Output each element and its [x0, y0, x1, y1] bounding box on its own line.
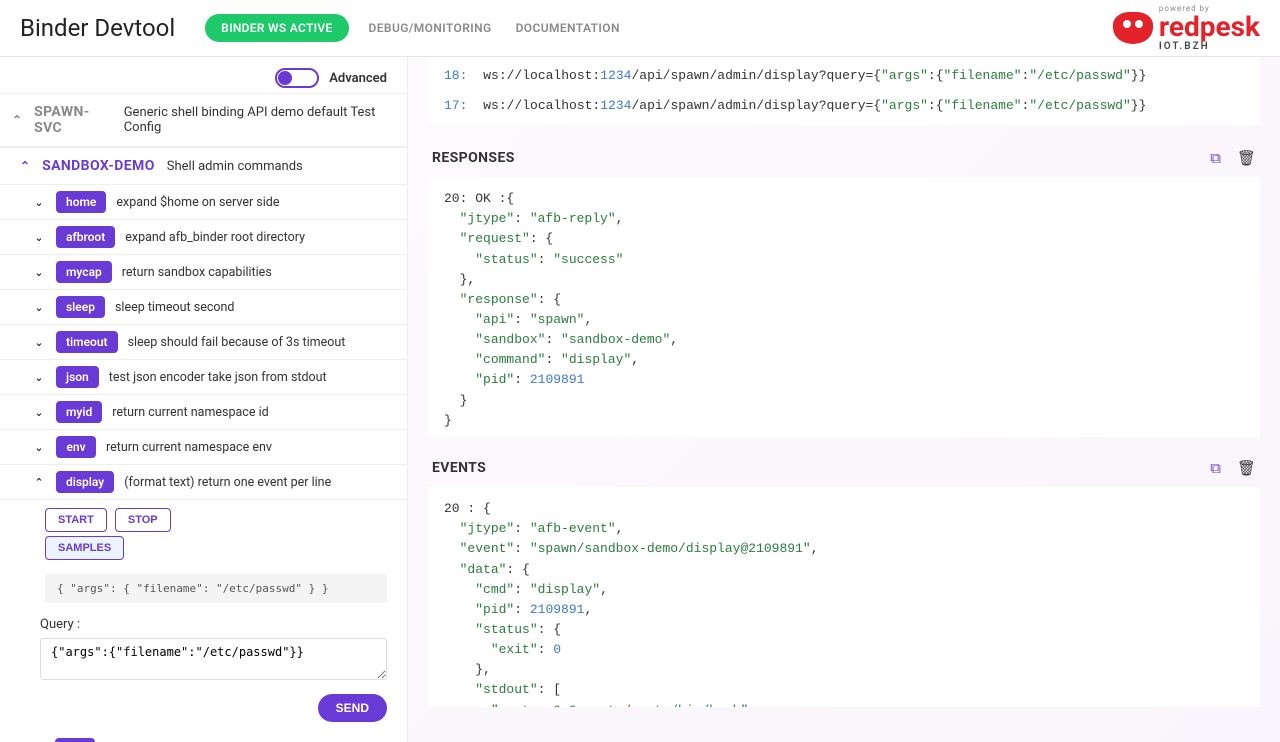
query-input[interactable]: [40, 638, 387, 680]
service-name: SANDBOX-DEMO: [42, 158, 155, 174]
service-name: SPAWN-SVC: [34, 104, 112, 136]
events-block: 20 : { "jtype": "afb-event", "event": "s…: [428, 487, 1260, 707]
advanced-label: Advanced: [329, 71, 387, 86]
chevron-icon: ⌄: [32, 266, 46, 279]
cmd-row-json[interactable]: ⌄ json test json encoder take json from st…: [0, 360, 407, 395]
cmd-desc: sleep should fail because of 3s timeout: [128, 335, 346, 350]
cmd-row-mycap[interactable]: ⌄ mycap return sandbox capabilities: [0, 255, 407, 290]
sample-snippet[interactable]: { "args": { "filename": "/etc/passwd" } …: [45, 574, 387, 603]
sidebar: Advanced ⌃ SPAWN-SVC Generic shell bindi…: [0, 57, 408, 742]
cmd-desc: return current namespace id: [112, 405, 268, 420]
cmd-badge[interactable]: home: [56, 191, 106, 213]
chevron-icon: ⌄: [32, 406, 46, 419]
cmd-row-myid[interactable]: ⌄ myid return current namespace id: [0, 395, 407, 430]
cmd-desc: (format text) return one event per line: [124, 475, 331, 490]
chevron-icon: ⌄: [32, 196, 46, 209]
cmd-desc: test json encoder take json from stdout: [109, 370, 327, 385]
cmd-desc: expand afb_binder root directory: [125, 230, 305, 245]
chevron-icon: ⌄: [32, 301, 46, 314]
chevron-icon: ⌃: [32, 476, 46, 489]
cmd-desc: sleep timeout second: [115, 300, 235, 315]
app-title: Binder Devtool: [20, 14, 175, 42]
ws-status-badge: BINDER WS ACTIVE: [205, 14, 348, 42]
copy-icon[interactable]: ⧉: [1210, 459, 1221, 477]
service-sandbox-demo[interactable]: ⌃ SANDBOX-DEMO Shell admin commands: [0, 147, 407, 185]
cmd-badge[interactable]: mycap: [56, 261, 112, 283]
trash-icon[interactable]: 🗑: [1237, 149, 1256, 167]
chevron-up-icon: ⌃: [20, 159, 30, 173]
cmd-badge[interactable]: sleep: [56, 296, 105, 318]
cmd-row-sleep[interactable]: ⌄ sleep sleep timeout second: [0, 290, 407, 325]
cmd-badge[interactable]: timeout: [56, 331, 118, 353]
logo-main: redpesk: [1159, 13, 1260, 41]
cmd-badge[interactable]: afbroot: [56, 226, 115, 248]
chevron-icon: ⌄: [32, 336, 46, 349]
send-button[interactable]: SEND: [318, 694, 387, 722]
logo-area: powered by redpesk IOT.BZH: [1113, 4, 1260, 52]
app-header: Binder Devtool BINDER WS ACTIVE DEBUG/MO…: [0, 0, 1280, 57]
stop-button[interactable]: STOP: [115, 508, 171, 532]
cmd-badge[interactable]: list: [55, 738, 95, 742]
chevron-icon: ⌄: [32, 231, 46, 244]
requests-block: 18: ws://localhost:1234/api/spawn/admin/…: [428, 57, 1260, 125]
cmd-row-afbroot[interactable]: ⌄ afbroot expand afb_binder root directory: [0, 220, 407, 255]
cmd-badge[interactable]: json: [56, 366, 99, 388]
cmd-desc: expand $home on server side: [116, 195, 279, 210]
cmd-desc: return current namespace env: [106, 440, 272, 455]
cmd-badge[interactable]: myid: [56, 401, 102, 423]
cmd-row-env[interactable]: ⌄ env return current namespace env: [0, 430, 407, 465]
request-line-18: 18: ws://localhost:1234/api/spawn/admin/…: [444, 65, 1244, 87]
nav-documentation[interactable]: DOCUMENTATION: [516, 21, 620, 35]
cmd-badge[interactable]: display: [56, 471, 114, 493]
redpesk-logo-icon: [1113, 12, 1153, 44]
cmd-row-home[interactable]: ⌄ home expand $home on server side: [0, 185, 407, 220]
chevron-up-icon: ⌃: [12, 113, 22, 127]
service-spawn-svc[interactable]: ⌃ SPAWN-SVC Generic shell binding API de…: [0, 93, 407, 147]
cmd-row-display[interactable]: ⌃ display (format text) return one event p…: [0, 465, 407, 500]
trash-icon[interactable]: 🗑: [1237, 459, 1256, 477]
query-label: Query :: [0, 613, 407, 638]
chevron-icon: ⌄: [32, 441, 46, 454]
advanced-toggle[interactable]: [275, 68, 319, 88]
samples-button[interactable]: SAMPLES: [45, 536, 124, 560]
copy-icon[interactable]: ⧉: [1210, 149, 1221, 167]
main-panel: 18: ws://localhost:1234/api/spawn/admin/…: [408, 57, 1280, 742]
cmd-desc: return sandbox capabilities: [122, 265, 272, 280]
chevron-icon: ⌄: [32, 371, 46, 384]
nav-debug[interactable]: DEBUG/MONITORING: [369, 21, 492, 35]
service-desc: Generic shell binding API demo default T…: [124, 105, 395, 135]
responses-title: RESPONSES: [432, 150, 515, 166]
cmd-row-list[interactable]: ⌄listcustom encoder sample outputs json_…: [0, 732, 407, 742]
cmd-row-timeout[interactable]: ⌄ timeout sleep should fail because of 3s …: [0, 325, 407, 360]
service-desc: Shell admin commands: [167, 159, 303, 174]
request-line-17: 17: ws://localhost:1234/api/spawn/admin/…: [444, 95, 1244, 117]
start-button[interactable]: START: [45, 508, 107, 532]
events-title: EVENTS: [432, 460, 486, 476]
responses-block: 20: OK :{ "jtype": "afb-reply", "request…: [428, 177, 1260, 437]
cmd-badge[interactable]: env: [56, 436, 96, 458]
